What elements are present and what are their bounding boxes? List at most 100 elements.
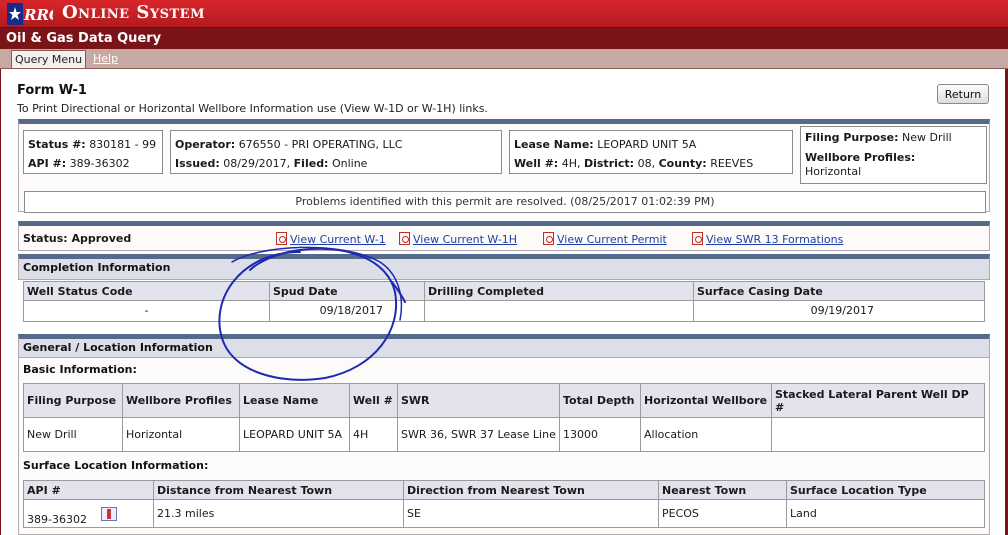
col-surface-casing-date: Surface Casing Date [693,281,985,301]
col-surface-location-type: Surface Location Type [786,480,985,500]
filing-purpose-value: New Drill [902,131,952,144]
spud-date-cell: 09/18/2017 [269,300,425,322]
swr-cell: SWR 36, SWR 37 Lease Line [397,417,560,452]
issued-value: 08/29/2017, [223,157,291,170]
col-wellbore-profiles: Wellbore Profiles [122,383,240,418]
surface-location-type-cell: Land [786,499,985,528]
col-distance: Distance from Nearest Town [153,480,404,500]
completion-table: Well Status Code Spud Date Drilling Comp… [23,281,985,322]
operator-value: 676550 - PRI OPERATING, LLC [238,138,403,151]
view-swr13-formations-link[interactable]: View SWR 13 Formations [692,230,843,246]
status-number: 830181 - 99 [89,138,157,151]
horizontal-wellbore-cell: Allocation [640,417,772,452]
view-current-w1-link[interactable]: View Current W-1 [276,230,386,246]
system-title: Online System [62,2,205,23]
col-drilling-completed: Drilling Completed [424,281,694,301]
well-value: 4H, [561,157,581,170]
table-row: New Drill Horizontal LEOPARD UNIT 5A 4H … [23,417,985,452]
surface-casing-date-cell: 09/19/2017 [693,300,985,322]
completion-heading: Completion Information [18,254,990,280]
surface-info-heading: Surface Location Information: [23,459,209,472]
link-label: View Current Permit [557,233,667,246]
surface-location-table: API # Distance from Nearest Town Directi… [23,480,985,528]
query-menu-tab[interactable]: Query Menu [11,50,87,68]
view-current-permit-link[interactable]: View Current Permit [543,230,667,246]
app-title-bar: Oil & Gas Data Query [0,28,1008,49]
api-cell: 389-36302 [23,499,154,528]
general-heading: General / Location Information [18,334,990,358]
status-box: Status #: 830181 - 99 API #: 389-36302 [23,130,163,174]
wellbore-profiles-label: Wellbore Profiles: [805,151,916,164]
operator-box: Operator: 676550 - PRI OPERATING, LLC Is… [170,130,502,174]
help-link[interactable]: Help [90,50,121,68]
pdf-icon [399,232,410,245]
filing-purpose-cell: New Drill [23,417,123,452]
pdf-icon [692,232,703,245]
approval-status: Status: Approved [23,232,132,245]
lease-label: Lease Name: [514,138,594,151]
well-number-cell: 4H [349,417,398,452]
col-well-number: Well # [349,383,398,418]
well-label: Well #: [514,157,559,170]
main-content: Form W-1 To Print Directional or Horizon… [0,69,1005,535]
col-filing-purpose: Filing Purpose [23,383,123,418]
return-button[interactable]: Return [937,84,989,104]
status-label: Status #: [28,138,86,151]
page-subtitle: To Print Directional or Horizontal Wellb… [17,102,488,115]
wellbore-profiles-value: Horizontal [805,165,862,178]
total-depth-cell: 13000 [559,417,641,452]
lease-value: LEOPARD UNIT 5A [597,138,697,151]
lease-name-cell: LEOPARD UNIT 5A [239,417,350,452]
rrc-logo-icon: RRC [7,3,53,25]
stacked-lateral-cell [771,417,985,452]
permit-notice: Problems identified with this permit are… [24,191,986,213]
section-title: General / Location Information [23,341,213,354]
table-row: 389-36302 21.3 miles SE PECOS Land [23,499,985,528]
county-label: County: [658,157,707,170]
filed-label: Filed: [293,157,329,170]
title-bar: RRC Online System [0,0,1008,28]
link-label: View SWR 13 Formations [706,233,844,246]
col-spud-date: Spud Date [269,281,425,301]
filing-purpose-label: Filing Purpose: [805,131,899,144]
col-horizontal-wellbore: Horizontal Wellbore [640,383,772,418]
nearest-town-cell: PECOS [658,499,787,528]
col-nearest-town: Nearest Town [658,480,787,500]
distance-cell: 21.3 miles [153,499,404,528]
gis-map-icon[interactable] [100,506,117,521]
lease-box: Lease Name: LEOPARD UNIT 5A Well #: 4H, … [509,130,793,174]
summary-panel: Status #: 830181 - 99 API #: 389-36302 O… [18,119,990,213]
api-number: 389-36302 [69,157,130,170]
col-direction: Direction from Nearest Town [403,480,659,500]
link-label: View Current W-1 [290,233,386,246]
col-lease-name: Lease Name [239,383,350,418]
api-label: API #: [28,157,67,170]
col-well-status-code: Well Status Code [23,281,270,301]
filed-value: Online [331,157,368,170]
link-label: View Current W-1H [413,233,518,246]
col-swr: SWR [397,383,560,418]
well-status-code-cell: - [23,300,270,322]
logo-text: RRC [23,6,53,24]
status-bar: Status: Approved View Current W-1 View C… [18,221,990,251]
pdf-icon [543,232,554,245]
col-stacked-lateral: Stacked Lateral Parent Well DP # [771,383,985,418]
operator-label: Operator: [175,138,236,151]
view-current-w1h-link[interactable]: View Current W-1H [399,230,517,246]
wellbore-profiles-cell: Horizontal [122,417,240,452]
section-title: Completion Information [23,261,171,274]
api-cell-value: 389-36302 [27,512,87,526]
nav-bar: Query Menu Help [0,49,1008,69]
filing-box: Filing Purpose: New Drill Wellbore Profi… [800,126,987,184]
app-title: Oil & Gas Data Query [6,31,162,46]
col-total-depth: Total Depth [559,383,641,418]
county-value: REEVES [710,157,754,170]
issued-label: Issued: [175,157,220,170]
col-api: API # [23,480,154,500]
district-label: District: [583,157,635,170]
pdf-icon [276,232,287,245]
district-value: 08, [637,157,656,170]
basic-info-heading: Basic Information: [23,363,137,376]
drilling-completed-cell [424,300,694,322]
basic-info-table: Filing Purpose Wellbore Profiles Lease N… [23,383,985,452]
